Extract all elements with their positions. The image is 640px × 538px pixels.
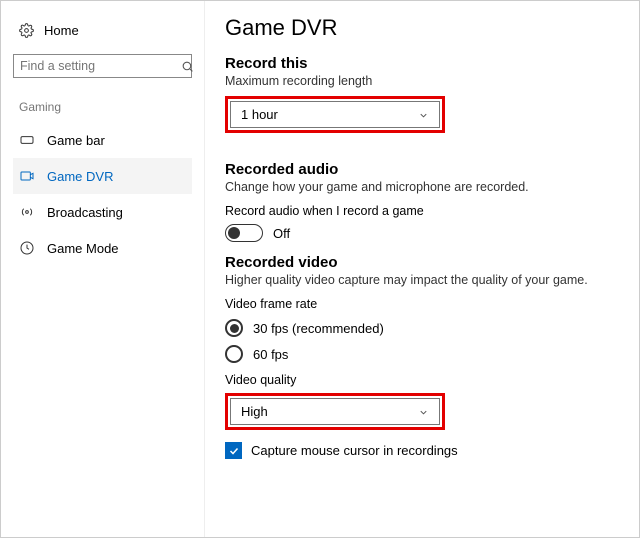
page-title: Game DVR xyxy=(225,15,615,41)
home-button[interactable]: Home xyxy=(13,19,192,42)
sidebar-item-label: Broadcasting xyxy=(47,205,123,220)
sidebar-section-label: Gaming xyxy=(13,100,192,122)
recorded-video-heading: Recorded video xyxy=(225,254,615,271)
video-quality-label: Video quality xyxy=(225,373,615,387)
framerate-30-option[interactable]: 30 fps (recommended) xyxy=(225,319,615,337)
gamebar-icon xyxy=(19,132,35,148)
sidebar-item-label: Game Mode xyxy=(47,241,119,256)
framerate-label: Video frame rate xyxy=(225,297,615,311)
sidebar-item-game-bar[interactable]: Game bar xyxy=(13,122,192,158)
recorded-video-desc: Higher quality video capture may impact … xyxy=(225,273,615,287)
record-this-heading: Record this xyxy=(225,55,615,72)
radio-icon xyxy=(225,345,243,363)
gear-icon xyxy=(19,23,34,38)
sidebar-item-label: Game DVR xyxy=(47,169,113,184)
chevron-down-icon xyxy=(418,406,429,417)
radio-label: 30 fps (recommended) xyxy=(253,321,384,336)
framerate-60-option[interactable]: 60 fps xyxy=(225,345,615,363)
search-icon xyxy=(181,60,194,73)
record-this-label: Maximum recording length xyxy=(225,74,615,88)
record-audio-toggle-state: Off xyxy=(273,226,290,241)
recording-length-dropdown[interactable]: 1 hour xyxy=(230,101,440,128)
gamemode-icon xyxy=(19,240,35,256)
sidebar-item-game-mode[interactable]: Game Mode xyxy=(13,230,192,266)
video-quality-value: High xyxy=(241,404,268,419)
sidebar-item-label: Game bar xyxy=(47,133,105,148)
video-quality-dropdown[interactable]: High xyxy=(230,398,440,425)
highlight-video-quality: High xyxy=(225,393,445,430)
recorded-audio-heading: Recorded audio xyxy=(225,161,615,178)
search-input[interactable] xyxy=(20,59,181,73)
sidebar-item-broadcasting[interactable]: Broadcasting xyxy=(13,194,192,230)
radio-label: 60 fps xyxy=(253,347,288,362)
home-label: Home xyxy=(44,23,79,38)
record-audio-toggle-label: Record audio when I record a game xyxy=(225,204,615,218)
recording-length-value: 1 hour xyxy=(241,107,278,122)
radio-icon xyxy=(225,319,243,337)
sidebar-item-game-dvr[interactable]: Game DVR xyxy=(13,158,192,194)
capture-cursor-option[interactable]: Capture mouse cursor in recordings xyxy=(225,442,615,459)
chevron-down-icon xyxy=(418,109,429,120)
search-input-wrap[interactable] xyxy=(13,54,192,78)
highlight-recording-length: 1 hour xyxy=(225,96,445,133)
checkbox-checked-icon xyxy=(225,442,242,459)
record-audio-toggle[interactable] xyxy=(225,224,263,242)
broadcast-icon xyxy=(19,204,35,220)
recorded-audio-desc: Change how your game and microphone are … xyxy=(225,180,615,194)
dvr-icon xyxy=(19,168,35,184)
capture-cursor-label: Capture mouse cursor in recordings xyxy=(251,443,458,458)
